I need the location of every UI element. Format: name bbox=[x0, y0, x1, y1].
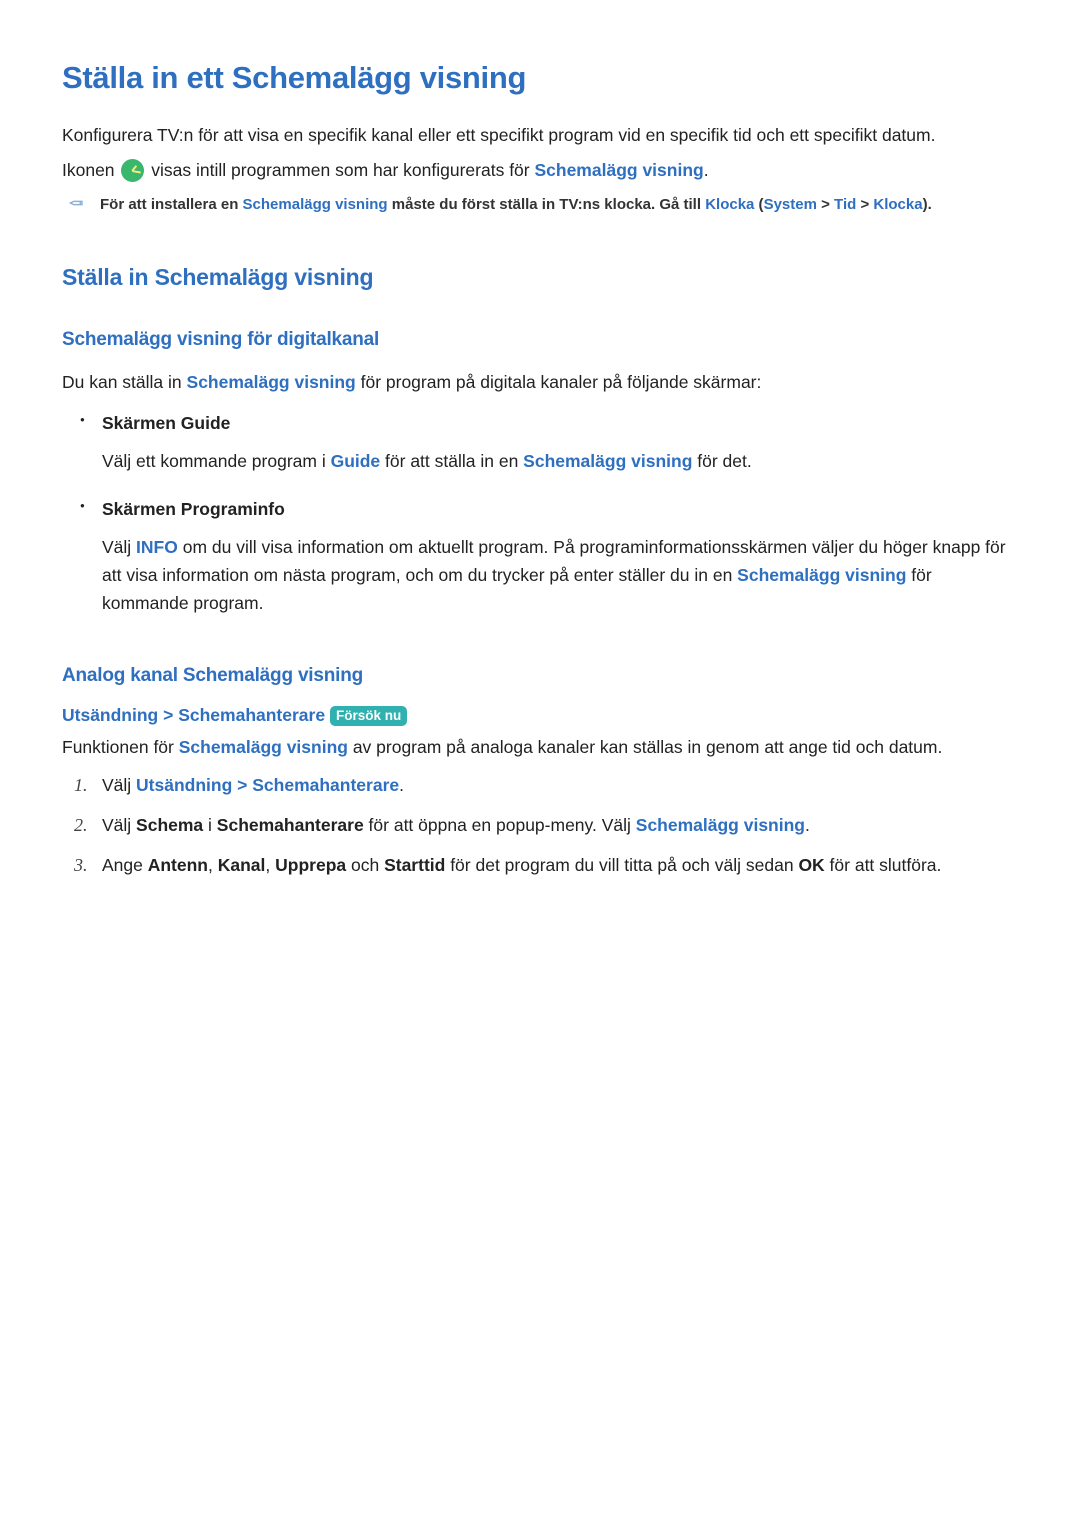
pencil-icon bbox=[70, 196, 84, 210]
list-item-head: Skärmen Guide bbox=[102, 409, 1018, 437]
step-span: för att öppna en popup-meny. Välj bbox=[364, 815, 636, 835]
step-span: . bbox=[399, 775, 404, 795]
schedule-viewing-link[interactable]: Schemalägg visning bbox=[534, 160, 703, 180]
schedule-viewing-link[interactable]: Schemalägg visning bbox=[737, 565, 906, 585]
schedule-viewing-link[interactable]: Schemalägg visning bbox=[179, 737, 348, 757]
analog-intro: Funktionen för Schemalägg visning av pro… bbox=[62, 734, 1018, 762]
system-link[interactable]: System bbox=[764, 196, 817, 213]
step-span: Välj bbox=[102, 775, 136, 795]
intro-text: . bbox=[704, 160, 709, 180]
note-row: För att installera en Schemalägg visning… bbox=[70, 194, 1018, 217]
bold-label: Upprepa bbox=[275, 855, 346, 875]
list-item: Skärmen Guide Välj ett kommande program … bbox=[102, 409, 1018, 475]
analog-intro-span: Funktionen för bbox=[62, 737, 179, 757]
bold-label: Starttid bbox=[384, 855, 445, 875]
digital-list: Skärmen Guide Välj ett kommande program … bbox=[62, 409, 1018, 617]
step-item: Ange Antenn, Kanal, Upprepa och Starttid… bbox=[102, 851, 1018, 879]
digital-intro: Du kan ställa in Schemalägg visning för … bbox=[62, 369, 1018, 397]
analog-intro-span: av program på analoga kanaler kan ställa… bbox=[348, 737, 942, 757]
list-span: Välj bbox=[102, 537, 136, 557]
note-sep: > bbox=[817, 196, 834, 213]
step-span: , bbox=[208, 855, 218, 875]
subsection-heading-digital: Schemalägg visning för digitalkanal bbox=[62, 329, 1018, 351]
note-span: ( bbox=[754, 196, 763, 213]
schedule-viewing-link[interactable]: Schemalägg visning bbox=[187, 372, 356, 392]
intro-text: Ikonen bbox=[62, 160, 119, 180]
nav-path: Utsändning > Schemahanterare Försök nu bbox=[62, 705, 1018, 726]
klocka-link[interactable]: Klocka bbox=[705, 196, 754, 213]
step-span: Välj bbox=[102, 815, 136, 835]
note-sep: > bbox=[856, 196, 873, 213]
intro-paragraph-2: Ikonen visas intill programmen som har k… bbox=[62, 156, 1018, 184]
schedule-viewing-link[interactable]: Schemalägg visning bbox=[523, 451, 692, 471]
step-span: för att slutföra. bbox=[825, 855, 942, 875]
guide-link[interactable]: Guide bbox=[331, 451, 381, 471]
note-text: För att installera en Schemalägg visning… bbox=[100, 194, 1018, 217]
digital-intro-span: Du kan ställa in bbox=[62, 372, 187, 392]
utsandning-link[interactable]: Utsändning bbox=[62, 705, 158, 725]
analog-steps: Välj Utsändning > Schemahanterare. Välj … bbox=[62, 771, 1018, 879]
note-span: måste du först ställa in TV:ns klocka. G… bbox=[388, 196, 706, 213]
list-span: för det. bbox=[692, 451, 751, 471]
bold-label: Schemahanterare bbox=[217, 815, 364, 835]
tid-link[interactable]: Tid bbox=[834, 196, 856, 213]
step-span: . bbox=[805, 815, 810, 835]
subsection-heading-analog: Analog kanal Schemalägg visning bbox=[62, 665, 1018, 687]
utsandning-link[interactable]: Utsändning bbox=[136, 775, 232, 795]
document-page: Ställa in ett Schemalägg visning Konfigu… bbox=[0, 0, 1080, 879]
list-item-body: Välj INFO om du vill visa information om… bbox=[102, 533, 1018, 617]
clock-icon bbox=[121, 159, 144, 182]
list-item: Skärmen Programinfo Välj INFO om du vill… bbox=[102, 495, 1018, 617]
schemahanterare-link[interactable]: Schemahanterare bbox=[252, 775, 399, 795]
list-span: för att ställa in en bbox=[380, 451, 523, 471]
list-span: Välj ett kommande program i bbox=[102, 451, 331, 471]
step-span: för det program du vill titta på och väl… bbox=[445, 855, 798, 875]
try-now-badge[interactable]: Försök nu bbox=[330, 706, 407, 726]
bold-label: OK bbox=[798, 855, 824, 875]
page-title: Ställa in ett Schemalägg visning bbox=[62, 60, 1018, 96]
digital-intro-span: för program på digitala kanaler på följa… bbox=[356, 372, 762, 392]
intro-paragraph-1: Konfigurera TV:n för att visa en specifi… bbox=[62, 122, 1018, 150]
step-span: och bbox=[346, 855, 384, 875]
bold-label: Kanal bbox=[218, 855, 266, 875]
list-item-head: Skärmen Programinfo bbox=[102, 495, 1018, 523]
bold-label: Schema bbox=[136, 815, 203, 835]
note-span: ). bbox=[923, 196, 932, 213]
klocka-link[interactable]: Klocka bbox=[873, 196, 922, 213]
step-span: Ange bbox=[102, 855, 148, 875]
list-item-body: Välj ett kommande program i Guide för at… bbox=[102, 447, 1018, 475]
step-item: Välj Schema i Schemahanterare för att öp… bbox=[102, 811, 1018, 839]
step-item: Välj Utsändning > Schemahanterare. bbox=[102, 771, 1018, 799]
intro-text: visas intill programmen som har konfigur… bbox=[151, 160, 534, 180]
step-sep: > bbox=[232, 775, 252, 795]
nav-sep: > bbox=[158, 705, 178, 725]
step-span: i bbox=[203, 815, 217, 835]
section-heading: Ställa in Schemalägg visning bbox=[62, 264, 1018, 291]
note-span: För att installera en bbox=[100, 196, 243, 213]
info-link[interactable]: INFO bbox=[136, 537, 178, 557]
bold-label: Antenn bbox=[148, 855, 208, 875]
schedule-viewing-link[interactable]: Schemalägg visning bbox=[636, 815, 805, 835]
schemahanterare-link[interactable]: Schemahanterare bbox=[178, 705, 325, 725]
schedule-viewing-link[interactable]: Schemalägg visning bbox=[243, 196, 388, 213]
step-span: , bbox=[265, 855, 275, 875]
